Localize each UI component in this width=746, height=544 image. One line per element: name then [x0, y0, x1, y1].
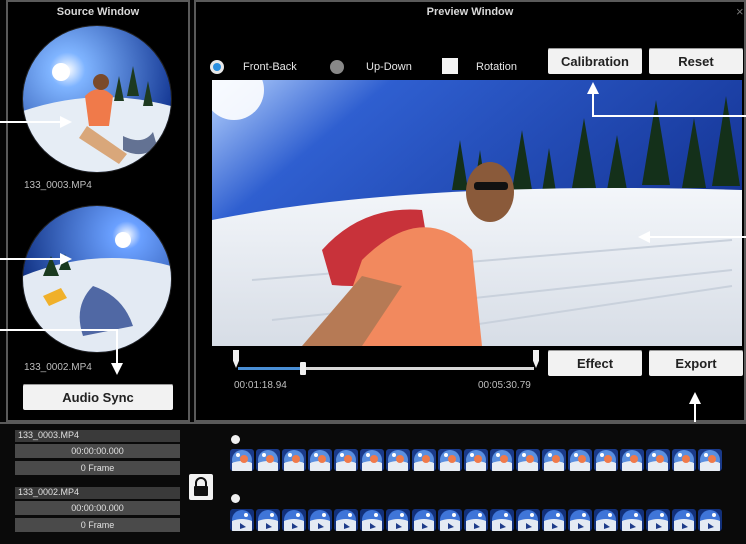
callout-arrow-preview: [650, 236, 746, 238]
timeline-thumbnail: [646, 509, 670, 531]
track-2-name: 133_0002.MP4: [15, 487, 180, 499]
timeline-thumbnail: [594, 449, 618, 471]
timeline-thumbnail: [516, 449, 540, 471]
timeline-thumbnail: [516, 509, 540, 531]
source-clip-1-filename: 133_0003.MP4: [24, 180, 92, 191]
reset-button[interactable]: Reset: [649, 48, 743, 74]
timeline-thumbnail: [698, 449, 722, 471]
timeline-thumbnail: [672, 449, 696, 471]
timeline-thumbnail: [464, 449, 488, 471]
source-clip-2-filename: 133_0002.MP4: [24, 362, 92, 373]
track-2-marker[interactable]: [231, 494, 240, 503]
timeline-thumbnail: [542, 509, 566, 531]
track-1-name: 133_0003.MP4: [15, 430, 180, 442]
timeline-thumbnail: [334, 509, 358, 531]
callout-arrow-calibration-v: [592, 92, 594, 117]
callout-arrowhead-source-2: [60, 253, 72, 265]
callout-arrow-audio-sync-h: [0, 329, 118, 331]
timeline-thumbnail: [308, 509, 332, 531]
timeline-thumbnail: [412, 449, 436, 471]
calibration-button[interactable]: Calibration: [548, 48, 642, 74]
timeline-thumbnail: [646, 449, 670, 471]
callout-arrow-source-1: [0, 121, 60, 123]
timeline-thumbnail: [490, 509, 514, 531]
lock-icon: [194, 477, 208, 496]
callout-arrow-source-2: [0, 258, 60, 260]
timeline-thumbnail: [282, 509, 306, 531]
total-time: 00:05:30.79: [478, 380, 531, 391]
timeline-thumbnail: [386, 509, 410, 531]
timeline-thumbnail: [334, 449, 358, 471]
scrub-progress: [238, 367, 304, 370]
close-icon[interactable]: ×: [736, 4, 744, 19]
preview-video[interactable]: [212, 80, 742, 346]
track-2-frame[interactable]: 0 Frame: [15, 518, 180, 532]
audio-sync-button[interactable]: Audio Sync: [23, 384, 173, 410]
timeline-thumbnail: [360, 509, 384, 531]
front-back-label: Front-Back: [243, 61, 297, 73]
preview-video-frame: [212, 80, 742, 346]
timeline-thumbnail: [542, 449, 566, 471]
callout-arrow-audio-sync-v: [116, 329, 118, 365]
rotation-checkbox[interactable]: [442, 58, 458, 74]
timeline-thumbnail: [568, 449, 592, 471]
timeline-thumbnail: [464, 509, 488, 531]
track-1-offset[interactable]: 00:00:00.000: [15, 444, 180, 458]
callout-arrowhead-source-1: [60, 116, 72, 128]
timeline-thumbnail: [412, 509, 436, 531]
timeline-thumbnail: [438, 509, 462, 531]
timeline-thumbnail: [698, 509, 722, 531]
timeline-thumbnail: [672, 509, 696, 531]
front-back-radio[interactable]: [210, 60, 224, 74]
track-2-offset[interactable]: 00:00:00.000: [15, 501, 180, 515]
timeline-thumbnail: [282, 449, 306, 471]
timeline-thumbnail: [490, 449, 514, 471]
timeline-thumbnail: [438, 449, 462, 471]
current-time: 00:01:18.94: [234, 380, 287, 391]
track-1-thumbnails[interactable]: [230, 449, 722, 471]
callout-arrowhead-preview: [638, 231, 650, 243]
preview-window-title: Preview Window: [426, 6, 514, 18]
track-2-thumbnails[interactable]: [230, 509, 722, 531]
timeline-thumbnail: [386, 449, 410, 471]
timeline-thumbnail: [308, 449, 332, 471]
fisheye-front-image: [23, 26, 171, 172]
timeline-thumbnail: [620, 509, 644, 531]
source-window-title: Source Window: [56, 6, 140, 18]
timeline-thumbnail: [594, 509, 618, 531]
timeline-thumbnail: [568, 509, 592, 531]
track-1-marker[interactable]: [231, 435, 240, 444]
timeline-thumbnail: [230, 449, 254, 471]
timeline-thumbnail: [230, 509, 254, 531]
callout-arrowhead-audio-sync: [111, 363, 123, 375]
up-down-label: Up-Down: [366, 61, 412, 73]
playhead-handle[interactable]: [300, 362, 307, 375]
timeline-thumbnail: [256, 449, 280, 471]
up-down-radio[interactable]: [330, 60, 344, 74]
effect-button[interactable]: Effect: [548, 350, 642, 376]
timeline-thumbnail: [256, 509, 280, 531]
callout-arrowhead-calibration: [587, 82, 599, 94]
export-button[interactable]: Export: [649, 350, 743, 376]
lock-button[interactable]: [189, 474, 213, 500]
timeline-thumbnail: [620, 449, 644, 471]
callout-arrow-calibration-h: [592, 115, 746, 117]
source-clip-1-preview[interactable]: [23, 26, 171, 172]
callout-arrowhead-export: [689, 392, 701, 404]
track-1-frame[interactable]: 0 Frame: [15, 461, 180, 475]
timeline-thumbnail: [360, 449, 384, 471]
rotation-label: Rotation: [476, 61, 517, 73]
